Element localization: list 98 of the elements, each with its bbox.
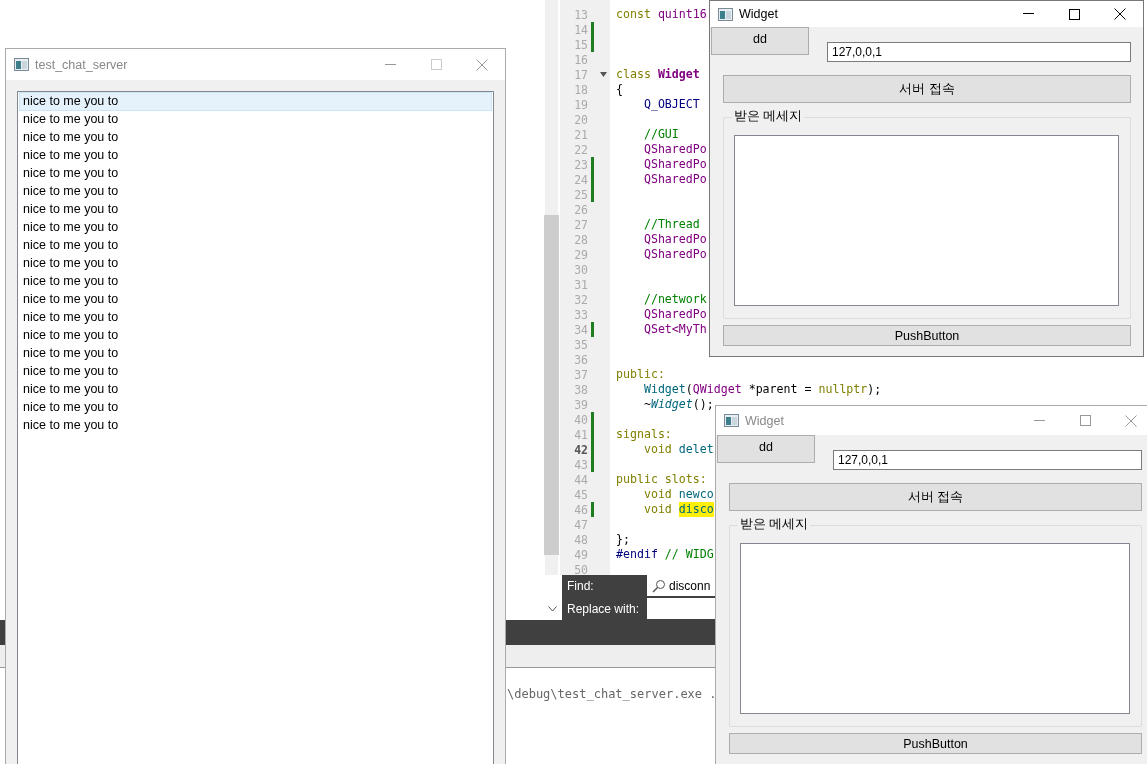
line-number: 28 — [573, 232, 588, 247]
close-icon — [1114, 8, 1126, 20]
minimize-icon — [1033, 419, 1045, 422]
code-line: QSharedPo — [642, 157, 707, 172]
code-line: void disco — [642, 502, 714, 517]
maximize-icon — [1079, 415, 1091, 426]
code-line: { — [616, 82, 623, 97]
code-line: QSharedPo — [642, 247, 707, 262]
search-icon — [652, 578, 666, 593]
code-line: public slots: — [616, 472, 707, 487]
find-field[interactable]: disconn — [647, 575, 715, 596]
code-line: #endif // WIDG — [616, 547, 714, 562]
app-icon — [718, 7, 733, 21]
group-label: 받은 메세지 — [738, 517, 811, 532]
line-number: 34 — [573, 322, 588, 337]
line-number: 45 — [573, 487, 588, 502]
line-number: 27 — [573, 217, 588, 232]
line-number: 43 — [573, 457, 588, 472]
line-number: 13 — [573, 7, 588, 22]
message-area[interactable] — [734, 135, 1119, 306]
line-number: 24 — [573, 172, 588, 187]
code-line: //GUI — [642, 127, 679, 142]
push-button[interactable]: PushButton — [729, 733, 1142, 754]
group-label: 받은 메세지 — [732, 109, 805, 124]
line-number: 15 — [573, 37, 588, 52]
line-number: 31 — [573, 277, 588, 292]
ip-field[interactable]: 127,0,0,1 — [833, 450, 1142, 470]
code-line: QSharedPo — [642, 232, 707, 247]
code-line: ~Widget(); — [642, 397, 714, 412]
line-number: 23 — [573, 157, 588, 172]
line-number: 46 — [573, 502, 588, 517]
line-number: 44 — [573, 472, 588, 487]
code-line: //network — [642, 292, 707, 307]
window-title: Widget — [745, 413, 785, 428]
scrollbar[interactable] — [545, 0, 560, 575]
code-line: QSharedPo — [642, 142, 707, 157]
code-line: QSharedPo — [642, 172, 707, 187]
line-number: 19 — [573, 97, 588, 112]
line-number: 33 — [573, 307, 588, 322]
code-line: class Widget — [616, 67, 700, 82]
connect-button[interactable]: 서버 접속 — [729, 483, 1142, 511]
line-number: 32 — [573, 292, 588, 307]
line-number: 18 — [573, 82, 588, 97]
code-line: QSharedPo — [642, 307, 707, 322]
window-title: Widget — [739, 7, 779, 21]
fold-icon[interactable] — [600, 72, 607, 77]
maximize-icon — [430, 59, 442, 70]
code-line: public: — [616, 367, 665, 382]
scroll-thumb[interactable] — [544, 215, 559, 555]
line-number: 48 — [573, 532, 588, 547]
line-number: 47 — [573, 517, 588, 532]
find-label: Find: — [566, 578, 595, 595]
message-area[interactable] — [740, 543, 1130, 714]
app-icon — [14, 58, 29, 71]
code-line: //Thread — [642, 217, 700, 232]
line-number: 36 — [573, 352, 588, 367]
line-number: 38 — [573, 382, 588, 397]
line-number: 49 — [573, 547, 588, 562]
close-icon — [476, 58, 488, 71]
app-icon — [724, 414, 739, 427]
code-line: signals: — [616, 427, 672, 442]
line-number: 50 — [573, 562, 588, 577]
replace-label: Replace with: — [566, 600, 641, 618]
code-line: QSet<MyTh — [642, 322, 707, 337]
code-line: void delet — [642, 442, 714, 457]
dd-button[interactable]: dd — [711, 27, 809, 55]
line-number: 20 — [573, 112, 588, 127]
dd-button[interactable]: dd — [717, 435, 815, 463]
line-number: 14 — [573, 22, 588, 37]
code-line: Widget(QWidget *parent = nullptr); — [642, 382, 882, 397]
minimize-icon — [384, 63, 396, 66]
code-line: }; — [616, 532, 630, 547]
line-number: 37 — [573, 367, 588, 382]
minimize-icon — [1022, 13, 1034, 15]
push-button[interactable]: PushButton — [723, 325, 1131, 346]
scroll-down-icon[interactable] — [548, 606, 557, 612]
line-number: 39 — [573, 397, 588, 412]
line-number: 25 — [573, 187, 588, 202]
line-number: 42 — [573, 442, 588, 457]
ip-field[interactable]: 127,0,0,1 — [827, 42, 1131, 62]
close-icon — [1125, 414, 1137, 427]
connect-button[interactable]: 서버 접속 — [723, 75, 1131, 103]
window-title: test_chat_server — [35, 57, 129, 72]
replace-field[interactable] — [647, 597, 715, 619]
line-number: 22 — [573, 142, 588, 157]
maximize-icon — [1068, 8, 1080, 20]
code-line: Q_OBJECT — [642, 97, 700, 112]
line-number: 29 — [573, 247, 588, 262]
code-line: const quint16 — [616, 7, 707, 22]
line-number: 35 — [573, 337, 588, 352]
line-number: 16 — [573, 52, 588, 67]
line-number: 17 — [573, 67, 588, 82]
line-number: 30 — [573, 262, 588, 277]
code-line: void newco — [642, 487, 714, 502]
line-number: 40 — [573, 412, 588, 427]
line-number: 21 — [573, 127, 588, 142]
line-number: 26 — [573, 202, 588, 217]
line-number: 41 — [573, 427, 588, 442]
